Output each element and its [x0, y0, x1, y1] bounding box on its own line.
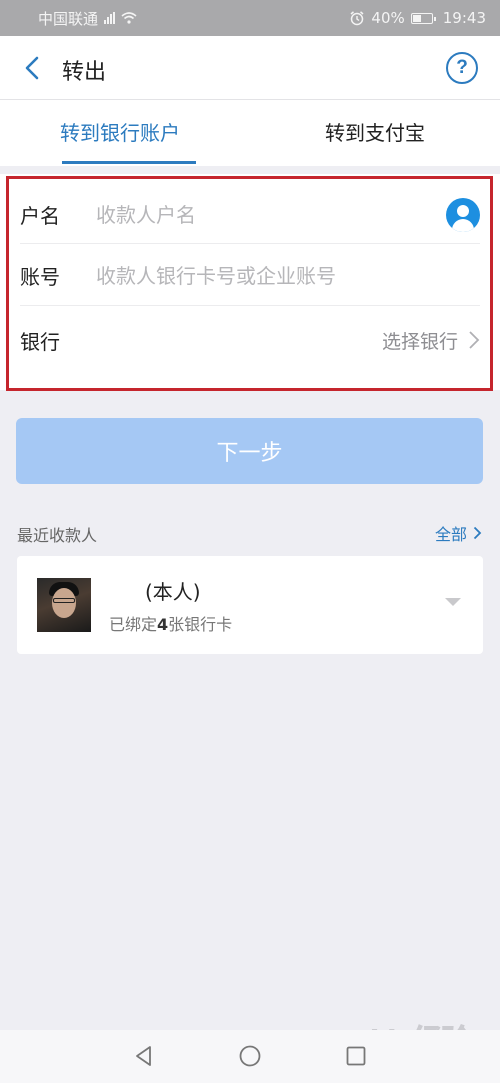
recent-recipients-title: 最近收款人 [17, 526, 98, 545]
wifi-icon [121, 12, 137, 24]
alarm-icon [350, 11, 364, 26]
account-label: 账号 [20, 265, 60, 289]
nav-back-icon[interactable] [132, 1044, 156, 1068]
battery-icon [410, 12, 436, 24]
help-icon[interactable]: ? [446, 52, 478, 84]
bank-select[interactable]: 选择银行 [382, 327, 480, 354]
signal-icon [104, 12, 116, 24]
view-all-link[interactable]: 全部 [435, 521, 482, 545]
app-header: 转出 ? [0, 36, 500, 100]
chevron-right-icon [469, 331, 480, 349]
avatar [37, 578, 91, 632]
nav-home-icon[interactable] [238, 1044, 262, 1068]
battery-percent: 40% [371, 9, 405, 27]
page-title: 转出 [62, 60, 107, 85]
name-label: 户名 [20, 204, 60, 228]
tab-alipay[interactable]: 转到支付宝 [250, 100, 500, 166]
recipient-name: (本人) [145, 580, 201, 604]
tab-bank-account-label: 转到银行账户 [60, 121, 180, 145]
recipient-item[interactable]: (本人) 已绑定4张银行卡 [17, 556, 483, 654]
carrier-name: 中国联通 [38, 9, 99, 28]
transfer-tabs: 转到银行账户 转到支付宝 [0, 100, 500, 166]
bank-label: 银行 [20, 329, 60, 354]
chevron-right-icon [473, 526, 482, 540]
system-nav-bar [0, 1030, 500, 1083]
name-row: 户名 [20, 186, 480, 244]
recipient-card-count: 已绑定4张银行卡 [109, 615, 233, 634]
clock-time: 19:43 [442, 9, 486, 27]
account-input[interactable] [96, 263, 480, 288]
tab-bank-account[interactable]: 转到银行账户 [0, 100, 250, 166]
tab-alipay-label: 转到支付宝 [325, 121, 425, 145]
next-step-button[interactable]: 下一步 [16, 418, 483, 484]
status-bar: 中国联通 40% 19:43 [0, 0, 500, 36]
contacts-icon[interactable] [446, 197, 480, 232]
account-row: 账号 [20, 246, 480, 306]
chevron-down-icon[interactable] [445, 598, 461, 606]
name-input[interactable] [96, 202, 446, 227]
nav-recent-icon[interactable] [344, 1044, 368, 1068]
bank-row[interactable]: 银行 选择银行 [20, 310, 480, 370]
back-button[interactable] [16, 52, 48, 84]
view-all-label: 全部 [434, 525, 467, 544]
bank-select-label: 选择银行 [381, 330, 458, 353]
back-arrow-icon [25, 56, 39, 80]
status-right: 40% 19:43 [349, 9, 486, 27]
status-left: 中国联通 [38, 8, 137, 29]
